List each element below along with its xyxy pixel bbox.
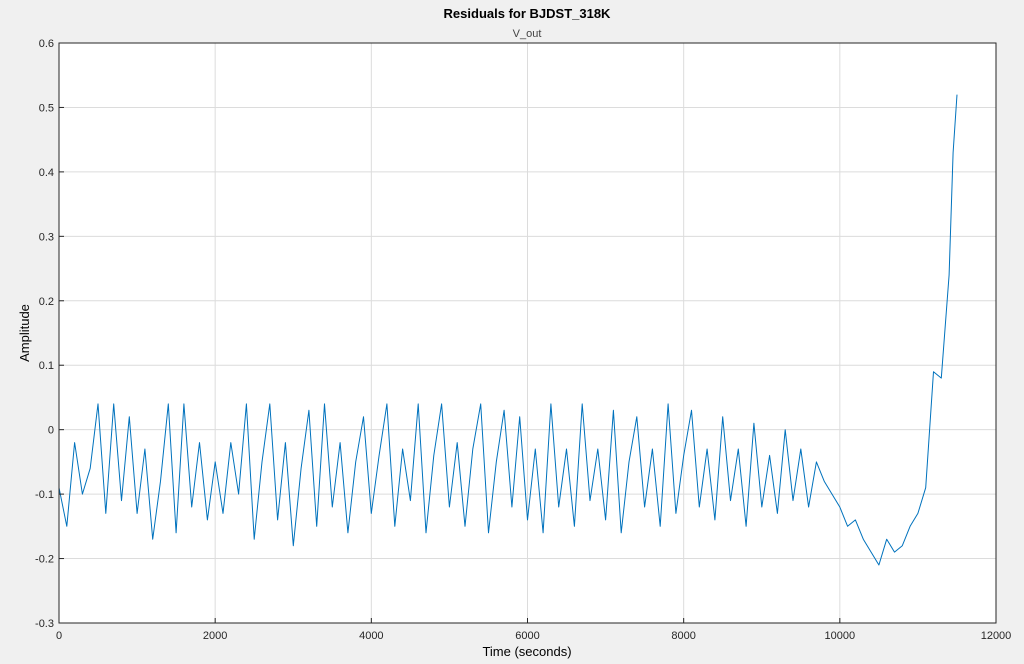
y-tick-label: 0.3	[39, 231, 54, 243]
y-tick-label: 0.4	[39, 167, 54, 179]
x-tick-label: 0	[56, 630, 62, 642]
x-tick-label: 8000	[671, 630, 695, 642]
x-tick-label: 10000	[825, 630, 856, 642]
x-axis-label: Time (seconds)	[482, 644, 571, 659]
y-tick-label: -0.2	[35, 554, 54, 566]
x-tick-label: 4000	[359, 630, 383, 642]
chart-subtitle: V_out	[513, 28, 542, 40]
x-tick-label: 6000	[515, 630, 539, 642]
y-tick-label: 0.6	[39, 38, 54, 50]
y-tick-label: 0.1	[39, 360, 54, 372]
y-tick-label: -0.3	[35, 618, 54, 630]
residuals-figure: 0 2000 4000 6000 8000 10000 12000 -0.3 -0.2 -0.1…	[0, 0, 1024, 664]
y-tick-label: 0.5	[39, 102, 54, 114]
y-axis-label: Amplitude	[17, 304, 32, 362]
y-tick-label: -0.1	[35, 489, 54, 501]
chart-title: Residuals for BJDST_318K	[444, 6, 612, 21]
x-tick-label: 12000	[981, 630, 1012, 642]
x-tick-label: 2000	[203, 630, 227, 642]
y-tick-label: 0	[48, 425, 54, 437]
y-tick-label: 0.2	[39, 296, 54, 308]
